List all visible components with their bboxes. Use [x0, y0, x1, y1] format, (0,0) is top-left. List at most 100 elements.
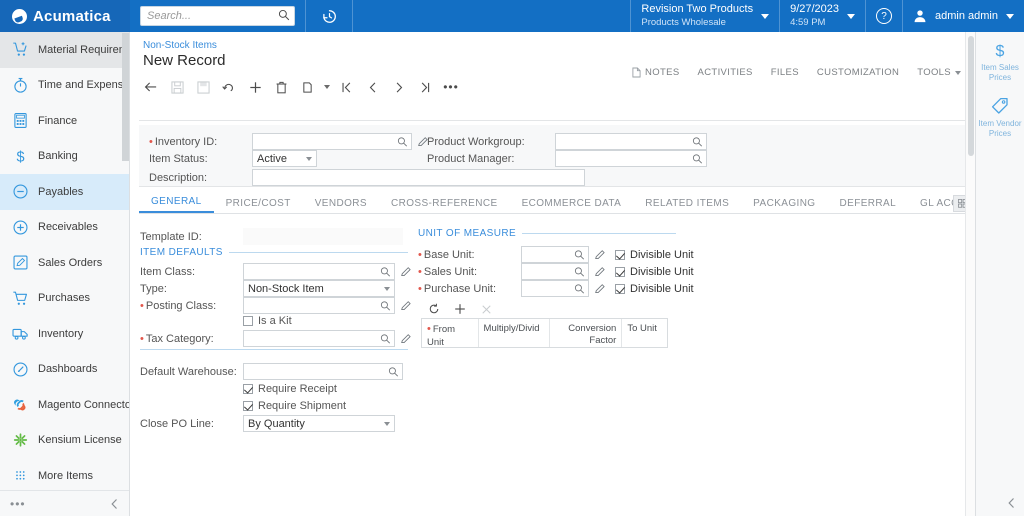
rail-item-item-vendor-prices[interactable]: Item Vendor Prices: [976, 82, 1024, 138]
rail-collapse-button[interactable]: [1007, 497, 1016, 512]
inventory-id-input[interactable]: [252, 133, 412, 150]
company-selector[interactable]: Revision Two Products Products Wholesale: [630, 0, 779, 32]
tab-general[interactable]: GENERAL: [139, 196, 214, 213]
top-menu-item-customization[interactable]: CUSTOMIZATION: [817, 67, 899, 78]
item-class-input[interactable]: [243, 263, 395, 280]
field-require-shipment[interactable]: Require Shipment: [243, 400, 346, 412]
edit-pencil-icon[interactable]: [594, 266, 606, 278]
close-po-line-select[interactable]: By Quantity: [243, 415, 395, 432]
main-scrollbar[interactable]: [965, 32, 975, 516]
refresh-button[interactable]: [421, 299, 447, 319]
sidebar-scrollbar[interactable]: [122, 32, 129, 494]
top-menu-item-notes[interactable]: NOTES: [632, 67, 679, 78]
sidebar-item-more-items[interactable]: More Items: [0, 458, 129, 490]
breadcrumb-link[interactable]: Non-Stock Items: [143, 40, 217, 51]
grid-column-header[interactable]: •From Unit: [422, 319, 479, 347]
search-lookup-icon[interactable]: [397, 136, 408, 148]
first-record-button[interactable]: [334, 75, 360, 99]
field-require-receipt[interactable]: Require Receipt: [243, 383, 337, 395]
tab-deferral[interactable]: DEFERRAL: [828, 198, 909, 213]
product-manager-input[interactable]: [555, 150, 707, 167]
recent-history-button[interactable]: [306, 0, 352, 32]
top-menu-item-tools[interactable]: TOOLS: [917, 67, 961, 78]
ellipsis-icon[interactable]: •••: [10, 497, 26, 511]
more-actions-button[interactable]: •••: [438, 75, 464, 99]
brand-logo-area[interactable]: Acumatica: [0, 0, 130, 32]
description-input[interactable]: [252, 169, 585, 186]
copy-paste-dropdown[interactable]: [320, 75, 334, 99]
sidebar-item-receivables[interactable]: Receivables: [0, 210, 129, 246]
add-new-record-button[interactable]: [242, 75, 268, 99]
tax-category-input[interactable]: [243, 330, 395, 347]
sidebar-item-banking[interactable]: $Banking: [0, 139, 129, 175]
sidebar-item-magento-connector[interactable]: Magento Connector: [0, 387, 129, 423]
add-row-button[interactable]: [447, 299, 473, 319]
search-lookup-icon[interactable]: [380, 300, 391, 312]
search-lookup-icon[interactable]: [574, 249, 585, 261]
tab-cross-reference[interactable]: CROSS-REFERENCE: [379, 198, 510, 213]
posting-class-input[interactable]: [243, 297, 395, 314]
delete-row-button[interactable]: [473, 299, 499, 319]
base-unit-input[interactable]: [521, 246, 589, 263]
product-workgroup-input[interactable]: [555, 133, 707, 150]
save-and-close-button[interactable]: [190, 75, 216, 99]
previous-record-button[interactable]: [360, 75, 386, 99]
sidebar-item-dashboards[interactable]: Dashboards: [0, 352, 129, 388]
back-button[interactable]: [138, 75, 164, 99]
template-id-input[interactable]: [243, 228, 403, 245]
next-record-button[interactable]: [386, 75, 412, 99]
grid-column-header[interactable]: Conversion Factor: [550, 319, 622, 347]
main-scroll-thumb[interactable]: [968, 36, 974, 156]
field-is-a-kit[interactable]: Is a Kit: [243, 315, 292, 327]
search-lookup-icon[interactable]: [574, 283, 585, 295]
datetime-selector[interactable]: 9/27/2023 4:59 PM: [779, 0, 865, 32]
delete-button[interactable]: [268, 75, 294, 99]
sidebar-item-material-requirem[interactable]: Material Requirem...: [0, 32, 129, 68]
last-record-button[interactable]: [412, 75, 438, 99]
search-icon[interactable]: [278, 9, 290, 21]
edit-pencil-icon[interactable]: [400, 300, 412, 312]
uom-conversion-grid[interactable]: •From UnitMultiply/DividConversion Facto…: [421, 318, 668, 348]
grid-column-header[interactable]: Multiply/Divid: [479, 319, 550, 347]
purchase-unit-divisible-checkbox[interactable]: [615, 284, 625, 294]
chevron-left-icon[interactable]: [110, 498, 119, 510]
edit-pencil-icon[interactable]: [400, 333, 412, 345]
tab-packaging[interactable]: PACKAGING: [741, 198, 827, 213]
search-lookup-icon[interactable]: [692, 136, 703, 148]
sidebar-scroll-thumb[interactable]: [122, 33, 129, 161]
base-unit-divisible-checkbox[interactable]: [615, 250, 625, 260]
sidebar-item-time-and-expenses[interactable]: Time and Expenses: [0, 68, 129, 104]
purchase-unit-input[interactable]: [521, 280, 589, 297]
rail-item-item-sales-prices[interactable]: $ Item Sales Prices: [976, 32, 1024, 82]
save-button[interactable]: [164, 75, 190, 99]
tab-ecommerce-data[interactable]: ECOMMERCE DATA: [510, 198, 634, 213]
undo-button[interactable]: [216, 75, 242, 99]
user-menu[interactable]: admin admin: [902, 0, 1024, 32]
default-warehouse-input[interactable]: [243, 363, 403, 380]
sidebar-item-payables[interactable]: Payables: [0, 174, 129, 210]
sidebar-item-sales-orders[interactable]: Sales Orders: [0, 245, 129, 281]
search-lookup-icon[interactable]: [574, 266, 585, 278]
sidebar-item-purchases[interactable]: Purchases: [0, 281, 129, 317]
require-receipt-checkbox[interactable]: [243, 384, 253, 394]
help-button[interactable]: ?: [865, 0, 902, 32]
search-lookup-icon[interactable]: [380, 333, 391, 345]
sales-unit-input[interactable]: [521, 263, 589, 280]
sidebar-item-inventory[interactable]: Inventory: [0, 316, 129, 352]
top-menu-item-files[interactable]: FILES: [771, 67, 799, 78]
tab-vendors[interactable]: VENDORS: [303, 198, 379, 213]
sidebar-item-kensium-license[interactable]: Kensium License: [0, 423, 129, 459]
edit-pencil-icon[interactable]: [400, 266, 412, 278]
search-lookup-icon[interactable]: [388, 366, 399, 378]
is-a-kit-checkbox[interactable]: [243, 316, 253, 326]
grid-column-header[interactable]: To Unit: [622, 319, 667, 347]
tab-related-items[interactable]: RELATED ITEMS: [633, 198, 741, 213]
top-menu-item-activities[interactable]: ACTIVITIES: [698, 67, 753, 78]
copy-paste-button[interactable]: [294, 75, 320, 99]
edit-pencil-icon[interactable]: [594, 249, 606, 261]
require-shipment-checkbox[interactable]: [243, 401, 253, 411]
type-select[interactable]: Non-Stock Item: [243, 280, 395, 297]
edit-pencil-icon[interactable]: [594, 283, 606, 295]
sales-unit-divisible-checkbox[interactable]: [615, 267, 625, 277]
tab-price-cost[interactable]: PRICE/COST: [214, 198, 303, 213]
